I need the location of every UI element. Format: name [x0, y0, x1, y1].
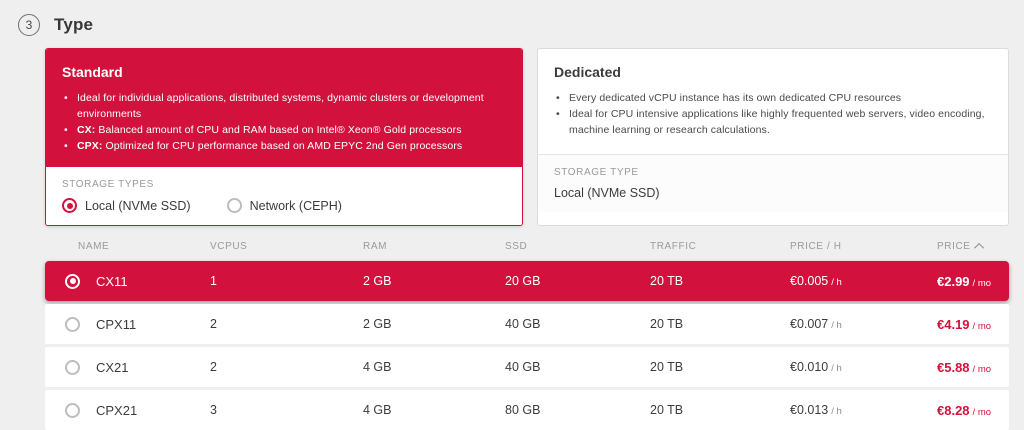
bullet-text: Optimized for CPU performance based on A…: [103, 140, 463, 152]
plan-price-hourly: €0.013/ h: [790, 403, 937, 417]
dedicated-storage-section: STORAGE TYPE Local (NVMe SSD): [538, 154, 1008, 212]
plan-ram: 2 GB: [363, 274, 505, 288]
plan-ram: 4 GB: [363, 403, 505, 417]
server-plan-table: NAME VCPUS RAM SSD TRAFFIC PRICE / H PRI…: [45, 232, 1009, 430]
sort-ascending-icon[interactable]: [974, 243, 984, 253]
storage-network-label: Network (CEPH): [250, 199, 342, 213]
standard-storage-section: STORAGE TYPES Local (NVMe SSD) Network (…: [46, 166, 522, 225]
bullet-text: Every dedicated vCPU instance has its ow…: [569, 92, 901, 104]
plan-name: CX21: [96, 360, 129, 375]
storage-types-label: STORAGE TYPES: [62, 179, 506, 190]
plan-ssd: 40 GB: [505, 360, 650, 374]
plan-vcpus: 3: [210, 403, 363, 417]
plan-price-hourly: €0.010/ h: [790, 360, 937, 374]
section-title: Type: [54, 15, 93, 35]
radio-selected-icon[interactable]: [65, 274, 80, 289]
column-header-ram: RAM: [363, 241, 505, 252]
storage-type-label: STORAGE TYPE: [554, 167, 992, 178]
server-type-section: 3 Type Standard Ideal for individual app…: [0, 0, 1024, 430]
plan-traffic: 20 TB: [650, 403, 790, 417]
section-header: 3 Type: [0, 10, 1024, 48]
standard-bullet: CPX: Optimized for CPU performance based…: [62, 138, 506, 154]
plan-ssd: 20 GB: [505, 274, 650, 288]
plan-vcpus: 2: [210, 360, 363, 374]
plan-traffic: 20 TB: [650, 274, 790, 288]
plan-price-monthly: €4.19/ mo: [937, 317, 997, 332]
storage-network-radio[interactable]: Network (CEPH): [227, 198, 342, 213]
plan-name-cell: CPX21: [65, 403, 210, 418]
plan-ssd: 40 GB: [505, 317, 650, 331]
plan-price-monthly: €5.88/ mo: [937, 360, 997, 375]
radio-unselected-icon[interactable]: [65, 317, 80, 332]
radio-unselected-icon[interactable]: [65, 403, 80, 418]
plan-price-hourly: €0.007/ h: [790, 317, 937, 331]
plan-name: CPX21: [96, 403, 137, 418]
dedicated-bullet-list: Every dedicated vCPU instance has its ow…: [554, 90, 992, 138]
storage-local-label: Local (NVMe SSD): [85, 199, 191, 213]
table-header-row: NAME VCPUS RAM SSD TRAFFIC PRICE / H PRI…: [45, 232, 1009, 261]
dedicated-card-title: Dedicated: [554, 64, 992, 80]
bullet-text: Ideal for CPU intensive applications lik…: [569, 108, 985, 136]
bullet-text: Ideal for individual applications, distr…: [77, 92, 484, 120]
plan-name: CPX11: [96, 317, 136, 332]
plan-name-cell: CPX11: [65, 317, 210, 332]
table-row-cpx21[interactable]: CPX21 3 4 GB 80 GB 20 TB €0.013/ h €8.28…: [45, 390, 1009, 430]
column-header-name: NAME: [65, 241, 210, 252]
standard-type-card[interactable]: Standard Ideal for individual applicatio…: [45, 48, 523, 226]
column-header-traffic: TRAFFIC: [650, 241, 790, 252]
type-cards: Standard Ideal for individual applicatio…: [45, 48, 1009, 226]
plan-traffic: 20 TB: [650, 360, 790, 374]
column-header-vcpus: VCPUS: [210, 241, 363, 252]
standard-bullet-list: Ideal for individual applications, distr…: [62, 90, 506, 154]
dedicated-card-body: Dedicated Every dedicated vCPU instance …: [538, 49, 1008, 154]
column-header-price[interactable]: PRICE: [937, 241, 997, 252]
standard-bullet: Ideal for individual applications, distr…: [62, 90, 506, 122]
table-row-cx21[interactable]: CX21 2 4 GB 40 GB 20 TB €0.010/ h €5.88/…: [45, 347, 1009, 387]
standard-card-title: Standard: [62, 64, 506, 80]
dedicated-bullet: Ideal for CPU intensive applications lik…: [554, 106, 992, 138]
bullet-text: Balanced amount of CPU and RAM based on …: [95, 124, 461, 136]
standard-card-body: Standard Ideal for individual applicatio…: [46, 49, 522, 166]
plan-price-monthly: €8.28/ mo: [937, 403, 997, 418]
storage-radio-group: Local (NVMe SSD) Network (CEPH): [62, 198, 506, 213]
dedicated-bullet: Every dedicated vCPU instance has its ow…: [554, 90, 992, 106]
dedicated-type-card[interactable]: Dedicated Every dedicated vCPU instance …: [537, 48, 1009, 226]
storage-local-radio[interactable]: Local (NVMe SSD): [62, 198, 191, 213]
plan-vcpus: 2: [210, 317, 363, 331]
plan-ssd: 80 GB: [505, 403, 650, 417]
plan-name-cell: CX21: [65, 360, 210, 375]
radio-unselected-icon[interactable]: [65, 360, 80, 375]
plan-name: CX11: [96, 274, 128, 289]
bullet-prefix: CX:: [77, 124, 95, 136]
plan-vcpus: 1: [210, 274, 363, 288]
bullet-prefix: CPX:: [77, 140, 103, 152]
table-row-cx11[interactable]: CX11 1 2 GB 20 GB 20 TB €0.005/ h €2.99/…: [45, 261, 1009, 301]
radio-selected-icon[interactable]: [62, 198, 77, 213]
plan-ram: 2 GB: [363, 317, 505, 331]
standard-bullet: CX: Balanced amount of CPU and RAM based…: [62, 122, 506, 138]
plan-name-cell: CX11: [65, 274, 210, 289]
plan-traffic: 20 TB: [650, 317, 790, 331]
column-header-price-h: PRICE / H: [790, 241, 937, 252]
table-row-cpx11[interactable]: CPX11 2 2 GB 40 GB 20 TB €0.007/ h €4.19…: [45, 304, 1009, 344]
plan-ram: 4 GB: [363, 360, 505, 374]
column-header-price-label: PRICE: [937, 241, 971, 252]
radio-unselected-icon[interactable]: [227, 198, 242, 213]
column-header-ssd: SSD: [505, 241, 650, 252]
plan-price-hourly: €0.005/ h: [790, 274, 937, 288]
plan-price-monthly: €2.99/ mo: [937, 274, 997, 289]
step-number-badge: 3: [18, 14, 40, 36]
storage-type-value: Local (NVMe SSD): [554, 186, 992, 200]
